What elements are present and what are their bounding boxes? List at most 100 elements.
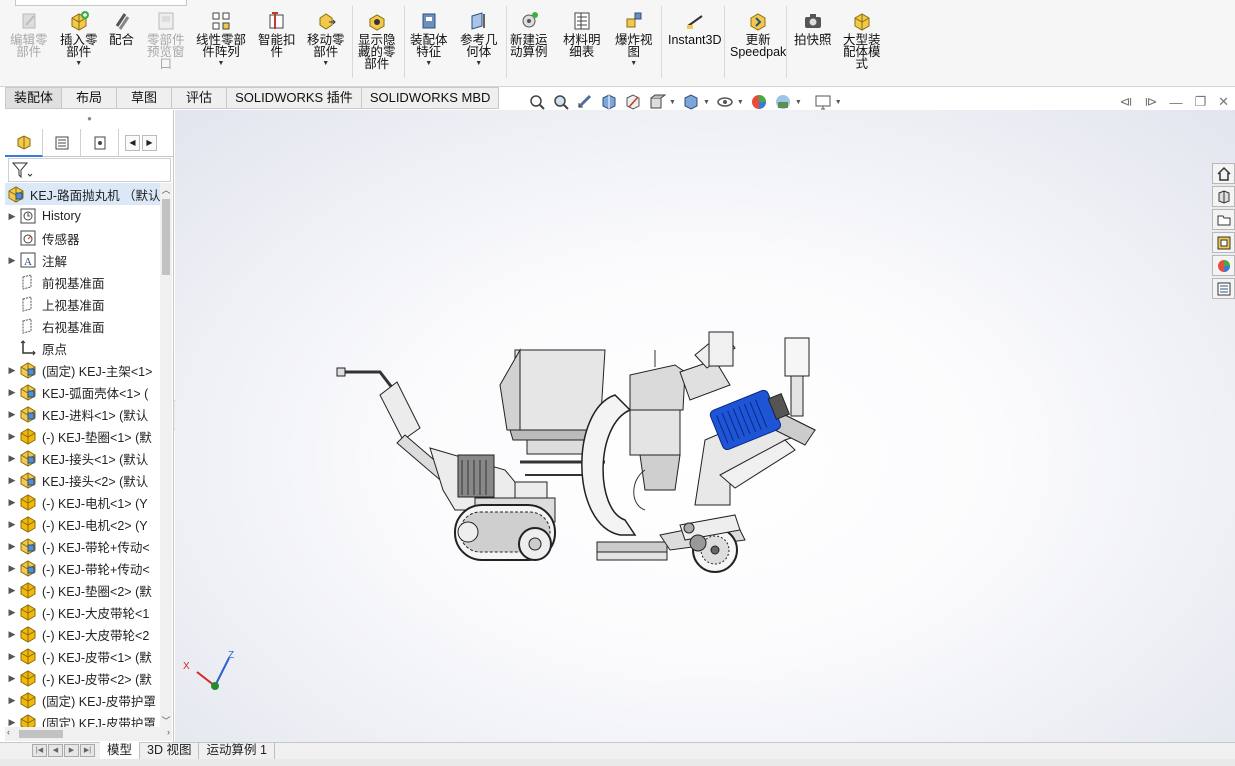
tab-feature-manager[interactable]: [5, 129, 43, 157]
expand-arrow-icon[interactable]: ▶: [5, 651, 19, 662]
expand-arrow-icon[interactable]: ▶: [5, 629, 19, 640]
tree-item[interactable]: ▶ KEJ-接头<2> (默认: [5, 469, 160, 491]
tree-item[interactable]: 原点: [5, 337, 160, 359]
tree-item[interactable]: ▶ (-) KEJ-大皮带轮<2: [5, 623, 160, 645]
tree-item[interactable]: ▶ (-) KEJ-垫圈<2> (默: [5, 579, 160, 601]
panel-splitter-handle[interactable]: ●: [5, 110, 174, 128]
tree-item[interactable]: ▶ (-) KEJ-电机<2> (Y: [5, 513, 160, 535]
expand-arrow-icon[interactable]: ▶: [5, 211, 19, 222]
close-icon[interactable]: ✕: [1218, 94, 1229, 110]
chevron-down-icon[interactable]: ▼: [630, 60, 637, 67]
tab-assembly[interactable]: 装配体: [5, 87, 63, 109]
display-style-icon[interactable]: [682, 93, 700, 111]
instant3d-button[interactable]: Instant3D: [668, 10, 722, 46]
hide-show-items-icon[interactable]: [716, 93, 734, 111]
scrollbar-thumb[interactable]: [162, 199, 170, 275]
scroll-left-icon[interactable]: ◀: [125, 134, 140, 151]
tab-sketch[interactable]: 草图: [117, 87, 173, 109]
tree-item[interactable]: ▶ (-) KEJ-皮带<1> (默: [5, 645, 160, 667]
chevron-down-icon[interactable]: ▼: [218, 60, 225, 67]
update-speedpak-button[interactable]: 更新 Speedpak: [730, 10, 786, 58]
expand-arrow-icon[interactable]: ▶: [5, 365, 19, 376]
zoom-to-area-icon[interactable]: [552, 93, 570, 111]
tree-item[interactable]: ▶ KEJ-弧面壳体<1> (: [5, 381, 160, 403]
component-preview-button[interactable]: 零部件 预览窗 口: [147, 10, 185, 70]
tree-item[interactable]: ▶ (-) KEJ-皮带<2> (默: [5, 667, 160, 689]
design-library-button[interactable]: [1212, 186, 1235, 207]
expand-arrow-icon[interactable]: ▶: [5, 409, 19, 420]
custom-properties-button[interactable]: [1212, 278, 1235, 299]
first-tab-icon[interactable]: |◀: [32, 744, 47, 757]
tab-configuration-manager[interactable]: [81, 129, 119, 157]
new-motion-study-button[interactable]: 新建运 动算例: [510, 10, 548, 58]
previous-view-icon[interactable]: [576, 93, 594, 111]
chevron-down-icon[interactable]: ▼: [322, 60, 329, 67]
assembly-features-button[interactable]: 装配体 特征 ▼: [410, 10, 448, 67]
expand-arrow-icon[interactable]: ▶: [5, 563, 19, 574]
chevron-down-icon[interactable]: ▼: [703, 99, 710, 106]
scroll-up-icon[interactable]: ︿: [160, 183, 172, 196]
show-hidden-components-button[interactable]: 显示隐 藏的零 部件: [358, 10, 396, 70]
chevron-down-icon[interactable]: ▼: [795, 99, 802, 106]
edit-appearance-icon[interactable]: [750, 93, 768, 111]
next-tab-icon[interactable]: ▶: [64, 744, 79, 757]
expand-arrow-icon[interactable]: ▶: [5, 541, 19, 552]
chevron-down-icon[interactable]: ▼: [669, 99, 676, 106]
restore-icon[interactable]: ❐: [1194, 94, 1206, 110]
take-snapshot-button[interactable]: 拍快照: [794, 10, 832, 46]
tree-filter[interactable]: [8, 158, 171, 182]
scroll-right-icon[interactable]: ▶: [142, 134, 157, 151]
appearances-button[interactable]: [1212, 255, 1235, 276]
dynamic-annotation-icon[interactable]: [624, 93, 642, 111]
chevron-down-icon[interactable]: ▼: [75, 60, 82, 67]
tree-item[interactable]: 右视基准面: [5, 315, 160, 337]
tree-item[interactable]: ▶ (-) KEJ-垫圈<1> (默: [5, 425, 160, 447]
tab-3d-views[interactable]: 3D 视图: [140, 742, 200, 759]
expand-arrow-icon[interactable]: ▶: [5, 475, 19, 486]
view-settings-icon[interactable]: [814, 93, 832, 111]
expand-arrow-icon[interactable]: ▶: [5, 585, 19, 596]
bill-of-materials-button[interactable]: 材料明 细表: [563, 10, 601, 58]
tab-property-manager[interactable]: [43, 129, 81, 157]
minimize-icon[interactable]: —: [1169, 95, 1182, 110]
tree-item[interactable]: ▶ KEJ-进料<1> (默认: [5, 403, 160, 425]
expand-arrow-icon[interactable]: ▶: [5, 387, 19, 398]
scroll-down-icon[interactable]: ﹀: [160, 714, 172, 727]
pane-left-icon[interactable]: ⧏: [1119, 94, 1132, 110]
tree-item[interactable]: ▶ A 注解: [5, 249, 160, 271]
expand-arrow-icon[interactable]: ▶: [5, 717, 19, 728]
smart-fasteners-button[interactable]: 智能扣 件: [258, 10, 296, 58]
solidworks-resources-button[interactable]: [1212, 163, 1235, 184]
tree-root-assembly[interactable]: KEJ-路面抛丸机 （默认<: [5, 183, 160, 205]
apply-scene-icon[interactable]: [774, 93, 792, 111]
tab-solidworks-addins[interactable]: SOLIDWORKS 插件: [227, 87, 362, 109]
chevron-down-icon[interactable]: ▼: [425, 60, 432, 67]
tab-layout[interactable]: 布局: [62, 87, 118, 109]
scrollbar-thumb[interactable]: [19, 730, 63, 738]
scroll-left-icon[interactable]: ‹: [7, 727, 10, 737]
last-tab-icon[interactable]: ▶|: [80, 744, 95, 757]
tree-item[interactable]: ▶ (固定) KEJ-皮带护罩: [5, 689, 160, 711]
chevron-down-icon[interactable]: ▼: [737, 99, 744, 106]
tree-item[interactable]: ▶ (-) KEJ-带轮+传动<: [5, 535, 160, 557]
previous-tab-icon[interactable]: ◀: [48, 744, 63, 757]
tree-item[interactable]: 前视基准面: [5, 271, 160, 293]
tree-item[interactable]: ▶ (-) KEJ-带轮+传动<: [5, 557, 160, 579]
expand-arrow-icon[interactable]: ▶: [5, 497, 19, 508]
tree-vertical-scrollbar[interactable]: ︿ ﹀: [160, 183, 172, 727]
tab-motion-study-1[interactable]: 运动算例 1: [199, 742, 275, 759]
tree-item[interactable]: ▶ (固定) KEJ-皮带护罩: [5, 711, 160, 727]
graphics-area[interactable]: X Z: [175, 110, 1235, 742]
expand-arrow-icon[interactable]: ▶: [5, 673, 19, 684]
expand-arrow-icon[interactable]: ▶: [5, 431, 19, 442]
tree-item[interactable]: ▶ (-) KEJ-大皮带轮<1: [5, 601, 160, 623]
expand-arrow-icon[interactable]: ▶: [5, 453, 19, 464]
exploded-view-button[interactable]: 爆炸视 图 ▼: [615, 10, 653, 67]
edit-component-button[interactable]: 编辑零 部件: [10, 10, 48, 58]
tree-item[interactable]: 传感器: [5, 227, 160, 249]
pane-right-icon[interactable]: ⧐: [1144, 94, 1157, 110]
ribbon-search-box[interactable]: [15, 0, 187, 6]
view-orientation-icon[interactable]: [648, 93, 666, 111]
chevron-down-icon[interactable]: ▼: [835, 99, 842, 106]
scroll-right-icon[interactable]: ›: [167, 727, 170, 737]
